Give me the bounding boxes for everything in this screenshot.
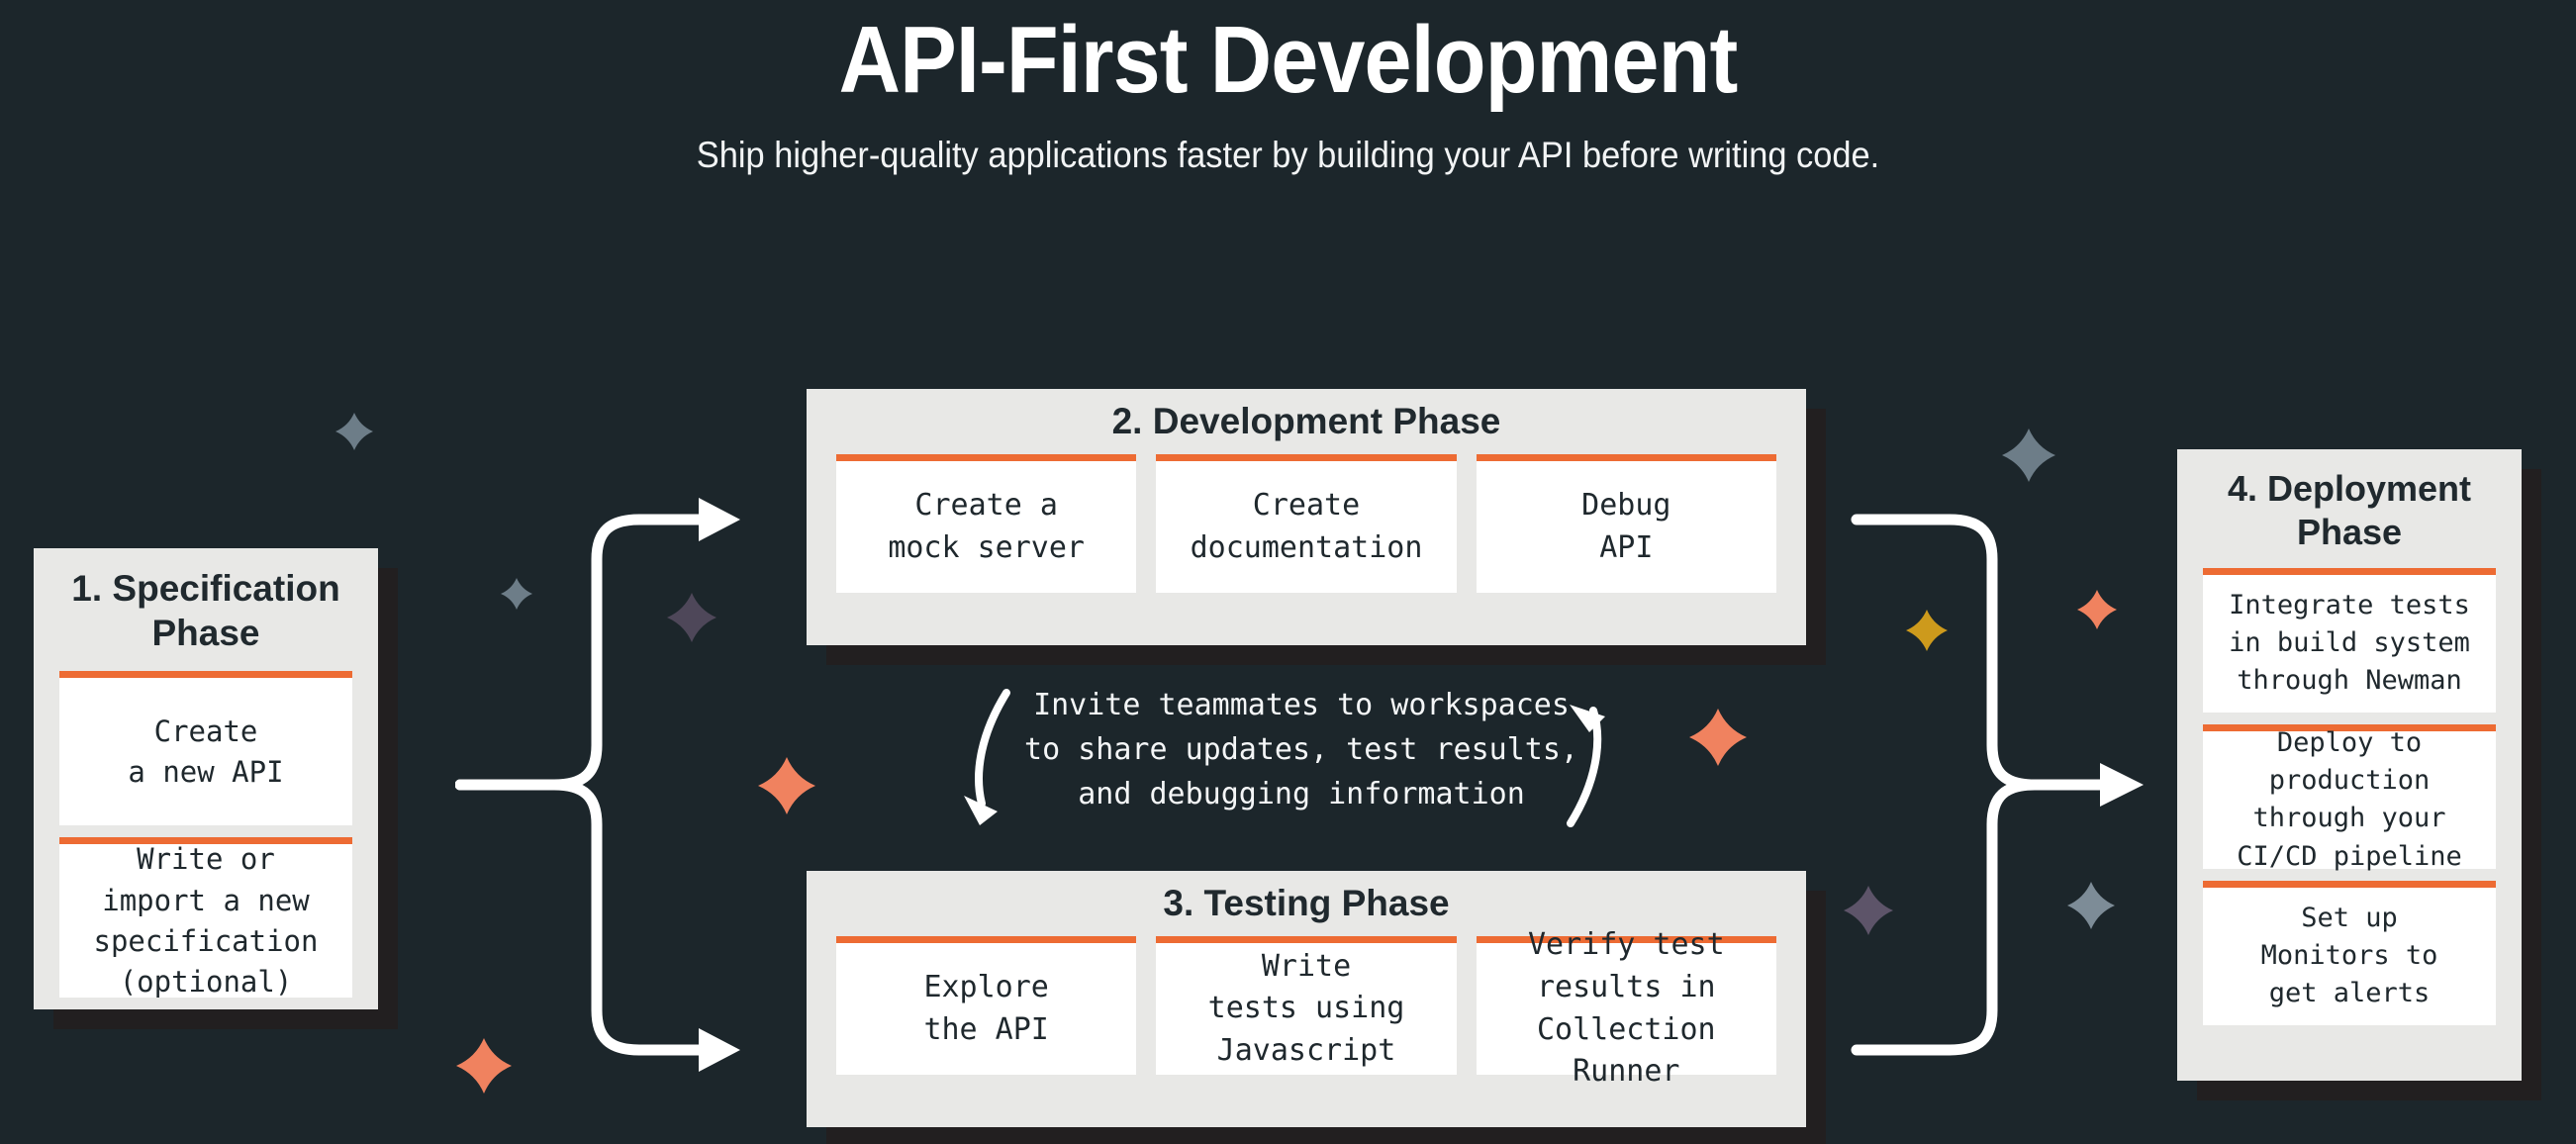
sparkle-icon xyxy=(1844,886,1893,935)
sparkle-icon xyxy=(1906,610,1948,651)
step-box[interactable]: Create a new API xyxy=(59,671,352,826)
sparkle-icon xyxy=(2077,590,2117,629)
step-label: Write tests using Javascript xyxy=(1207,948,1405,1068)
step-label: Write or import a new specification (opt… xyxy=(93,842,319,999)
phase-title-testing: 3. Testing Phase xyxy=(1163,883,1450,923)
phase-steps-specification: Create a new API Write or import a new s… xyxy=(59,671,352,999)
merge-connector-right xyxy=(1851,514,2144,1056)
phase-steps-deployment: Integrate tests in build system through … xyxy=(2203,567,2496,1025)
step-box[interactable]: Write or import a new specification (opt… xyxy=(59,837,352,999)
step-label: Create documentation xyxy=(1190,487,1423,565)
step-label: Create a mock server xyxy=(888,487,1085,565)
page-subtitle: Ship higher-quality applications faster … xyxy=(696,134,1880,175)
step-box[interactable]: Create documentation xyxy=(1156,454,1457,593)
phase-card-testing[interactable]: 3. Testing Phase Explore the API Write t… xyxy=(807,871,1806,1127)
sparkle-icon xyxy=(456,1038,512,1094)
step-box[interactable]: Create a mock server xyxy=(836,454,1137,593)
phase-title-deployment: 4. Deployment Phase xyxy=(2227,468,2472,552)
step-label: Verify test results in Collection Runner xyxy=(1527,927,1725,1090)
page-title: API-First Development xyxy=(838,7,1739,113)
step-box[interactable]: Integrate tests in build system through … xyxy=(2203,567,2496,713)
sparkle-icon xyxy=(469,1056,501,1088)
page-header: API-First Development Ship higher-qualit… xyxy=(0,0,2576,176)
step-label: Debug API xyxy=(1581,487,1671,565)
phase-title-development: 2. Development Phase xyxy=(1111,401,1501,441)
collaboration-note: Invite teammates to workspaces to share … xyxy=(985,683,1618,816)
sparkle-icon xyxy=(2002,429,2055,482)
collaboration-note-text: Invite teammates to workspaces to share … xyxy=(1024,688,1578,811)
step-label: Set up Monitors to get alerts xyxy=(2260,902,2438,1009)
step-label: Integrate tests in build system through … xyxy=(2229,589,2470,697)
sparkle-icon xyxy=(1689,709,1747,766)
phase-card-specification[interactable]: 1. Specification Phase Create a new API … xyxy=(34,548,378,1009)
sparkle-icon xyxy=(667,593,716,642)
step-box[interactable]: Verify test results in Collection Runner xyxy=(1476,927,1776,1089)
phase-title-specification: 1. Specification Phase xyxy=(71,568,340,654)
phase-steps-development: Create a mock server Create documentatio… xyxy=(836,454,1776,593)
sparkle-icon xyxy=(2067,882,2115,929)
step-label: Create a new API xyxy=(128,714,284,789)
step-box[interactable]: Write tests using Javascript xyxy=(1156,936,1457,1075)
step-box[interactable]: Explore the API xyxy=(836,936,1137,1075)
phase-card-development[interactable]: 2. Development Phase Create a mock serve… xyxy=(807,389,1806,645)
step-box[interactable]: Set up Monitors to get alerts xyxy=(2203,880,2496,1025)
curved-arrow-up-icon xyxy=(1567,705,1605,827)
split-connector-left xyxy=(455,498,740,1072)
step-box[interactable]: Debug API xyxy=(1476,454,1776,593)
sparkle-icon xyxy=(758,757,815,814)
step-label: Deploy to production through your CI/CD … xyxy=(2237,726,2462,872)
phase-card-deployment[interactable]: 4. Deployment Phase Integrate tests in b… xyxy=(2177,449,2522,1081)
sparkle-icon xyxy=(501,578,532,610)
sparkle-icon xyxy=(335,413,373,450)
phase-steps-testing: Explore the API Write tests using Javasc… xyxy=(836,927,1776,1089)
step-box[interactable]: Deploy to production through your CI/CD … xyxy=(2203,723,2496,872)
step-label: Explore the API xyxy=(923,969,1049,1047)
